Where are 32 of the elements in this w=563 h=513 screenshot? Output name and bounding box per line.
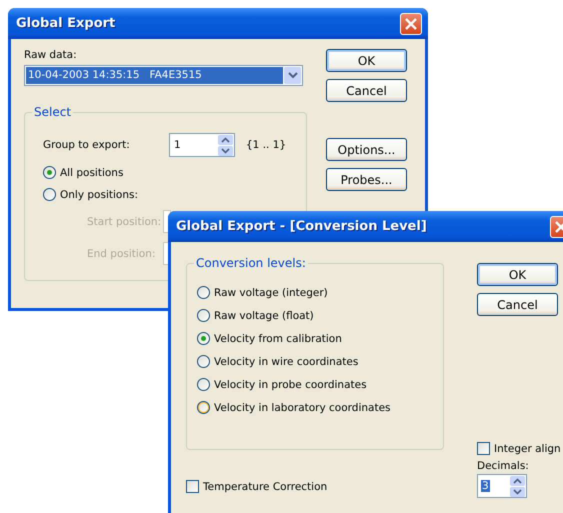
window-title: Global Export [16,16,116,31]
range-text: {1 .. 1} [246,139,286,151]
group-spinner[interactable]: 1 [169,133,235,157]
spinner-value: 3 [481,480,490,492]
spinner-value: 1 [173,139,181,151]
dialog-button[interactable]: Probes... [326,168,407,191]
radio-option[interactable]: All positions [43,166,306,179]
field-label: Raw data: [24,49,77,61]
dialog-button[interactable]: Cancel [477,293,558,316]
radio-option[interactable]: Velocity in laboratory coordinates [197,401,443,414]
dialog-button[interactable]: OK [477,263,558,286]
dialog-button[interactable]: Options... [326,138,407,161]
field-label: Decimals: [477,460,529,472]
radio-option[interactable]: Raw voltage (float) [197,309,443,322]
radio-option[interactable]: Velocity in probe coordinates [197,378,443,391]
raw-data-dropdown[interactable]: 10-04-2003 14:35:15 FA4E3515 [24,65,303,86]
dialog-button[interactable]: OK [326,49,407,72]
decimals-spinner[interactable]: 3 [477,474,527,498]
group-title: Conversion levels: [194,256,308,270]
window-title: Global Export - [Conversion Level] [176,219,427,234]
field-label: Start position: [87,216,162,228]
checkbox-option[interactable]: Integer align [477,442,561,455]
radio-option[interactable]: Velocity from calibration [197,332,443,345]
checkbox-option[interactable]: Temperature Correction [186,480,444,493]
dropdown-value: 10-04-2003 14:35:15 FA4E3515 [26,67,283,84]
field-label: Group to export: [43,139,131,151]
group-title: Select [32,105,74,119]
radio-option[interactable]: Velocity in wire coordinates [197,355,443,368]
radio-option[interactable]: Raw voltage (integer) [197,286,443,299]
radio-option[interactable]: Only positions: [43,188,306,201]
dialog-button[interactable]: Cancel [326,79,407,102]
field-label: End position: [87,248,156,260]
